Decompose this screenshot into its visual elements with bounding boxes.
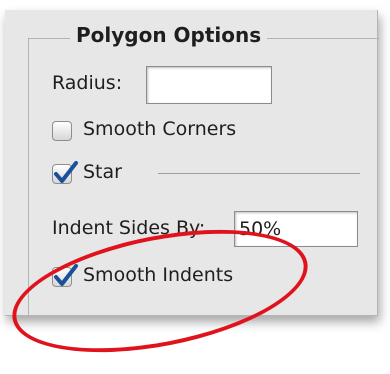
radius-label: Radius: (52, 72, 123, 94)
group-title: Polygon Options (70, 23, 268, 47)
star-label: Star (83, 161, 122, 183)
smooth-corners-checkbox[interactable] (52, 121, 72, 141)
star-checkbox[interactable] (52, 161, 78, 184)
checkmark-icon (54, 161, 78, 183)
radius-input[interactable] (146, 66, 272, 104)
smooth-corners-label: Smooth Corners (83, 118, 237, 140)
separator-line (158, 173, 360, 174)
